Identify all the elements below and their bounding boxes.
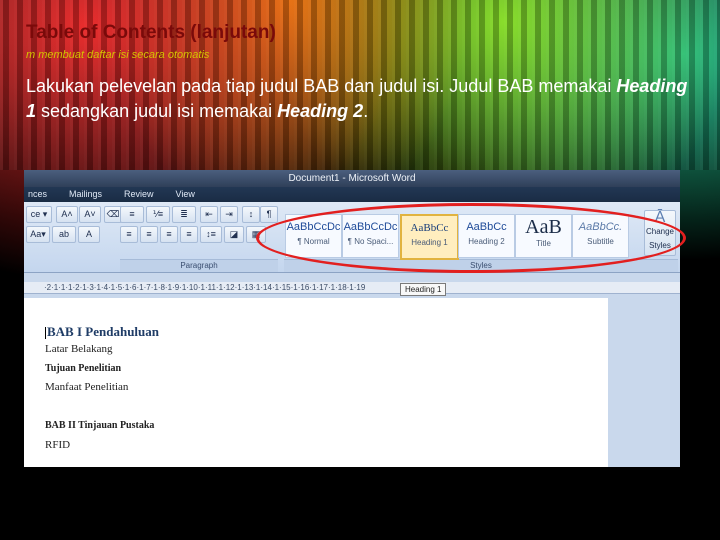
numbering-icon[interactable]: ⅟≡ bbox=[146, 206, 170, 223]
justify-icon[interactable]: ≡ bbox=[180, 226, 198, 243]
font-size-dropdown[interactable]: ce ▾ bbox=[26, 206, 52, 223]
heading2-emphasis: Heading 2 bbox=[277, 101, 364, 121]
highlight-oval bbox=[256, 203, 686, 273]
change-case-icon[interactable]: Aa▾ bbox=[26, 226, 50, 243]
decrease-indent-icon[interactable]: ⇤ bbox=[200, 206, 218, 223]
body-text-middle: sedangkan judul isi memakai bbox=[36, 101, 278, 121]
highlight-icon[interactable]: ab bbox=[52, 226, 76, 243]
tab-view[interactable]: View bbox=[176, 187, 195, 202]
horizontal-ruler[interactable]: ·2·1·1·1·2·1·3·1·4·1·5·1·6·1·7·1·8·1·9·1… bbox=[24, 282, 680, 294]
text-cursor bbox=[45, 327, 46, 340]
tab-mailings[interactable]: Mailings bbox=[69, 187, 102, 202]
slide-body-text: Lakukan pelevelan pada tiap judul BAB da… bbox=[26, 74, 696, 124]
slide-subtitle: m membuat daftar isi secara otomatis bbox=[26, 49, 210, 61]
doc-heading-bab2: BAB II Tinjauan Pustaka bbox=[45, 420, 155, 431]
line-spacing-icon[interactable]: ↕≡ bbox=[200, 226, 222, 243]
sort-icon[interactable]: ↕ bbox=[242, 206, 260, 223]
tab-review[interactable]: Review bbox=[124, 187, 154, 202]
page-margin bbox=[608, 298, 680, 467]
doc-line-manfaat: Manfaat Penelitian bbox=[45, 381, 129, 393]
font-color-icon[interactable]: A bbox=[78, 226, 100, 243]
align-right-icon[interactable]: ≡ bbox=[160, 226, 178, 243]
doc-heading-text: BAB I Pendahuluan bbox=[47, 324, 159, 339]
doc-line-tujuan: Tujuan Penelitian bbox=[45, 363, 122, 374]
slide-title: Table of Contents (lanjutan) bbox=[26, 22, 276, 43]
doc-line-rfid: RFID bbox=[45, 439, 71, 451]
window-title: Document1 - Microsoft Word bbox=[24, 170, 680, 187]
multilevel-list-icon[interactable]: ≣ bbox=[172, 206, 196, 223]
document-page[interactable]: BAB I Pendahuluan Latar Belakang Tujuan … bbox=[24, 298, 680, 467]
ribbon-tabs: nces Mailings Review View bbox=[24, 187, 680, 202]
body-text-end: . bbox=[363, 101, 369, 121]
shading-icon[interactable]: ◪ bbox=[224, 226, 244, 243]
grow-font-icon[interactable]: A˄ bbox=[56, 206, 78, 223]
body-text-start: Lakukan pelevelan pada tiap judul BAB da… bbox=[26, 76, 617, 96]
doc-heading-bab1: BAB I Pendahuluan bbox=[45, 324, 159, 340]
slide-background: Table of Contents (lanjutan) m membuat d… bbox=[0, 0, 720, 540]
shrink-font-icon[interactable]: A˅ bbox=[79, 206, 101, 223]
tab-references[interactable]: nces bbox=[28, 187, 47, 202]
style-tooltip: Heading 1 bbox=[400, 283, 447, 296]
bullets-icon[interactable]: ≡ bbox=[120, 206, 144, 223]
align-left-icon[interactable]: ≡ bbox=[120, 226, 138, 243]
doc-line-latar-belakang: Latar Belakang bbox=[45, 343, 113, 355]
increase-indent-icon[interactable]: ⇥ bbox=[220, 206, 238, 223]
paragraph-group-label: Paragraph bbox=[120, 259, 278, 272]
align-center-icon[interactable]: ≡ bbox=[140, 226, 158, 243]
show-marks-icon[interactable]: ¶ bbox=[260, 206, 278, 223]
